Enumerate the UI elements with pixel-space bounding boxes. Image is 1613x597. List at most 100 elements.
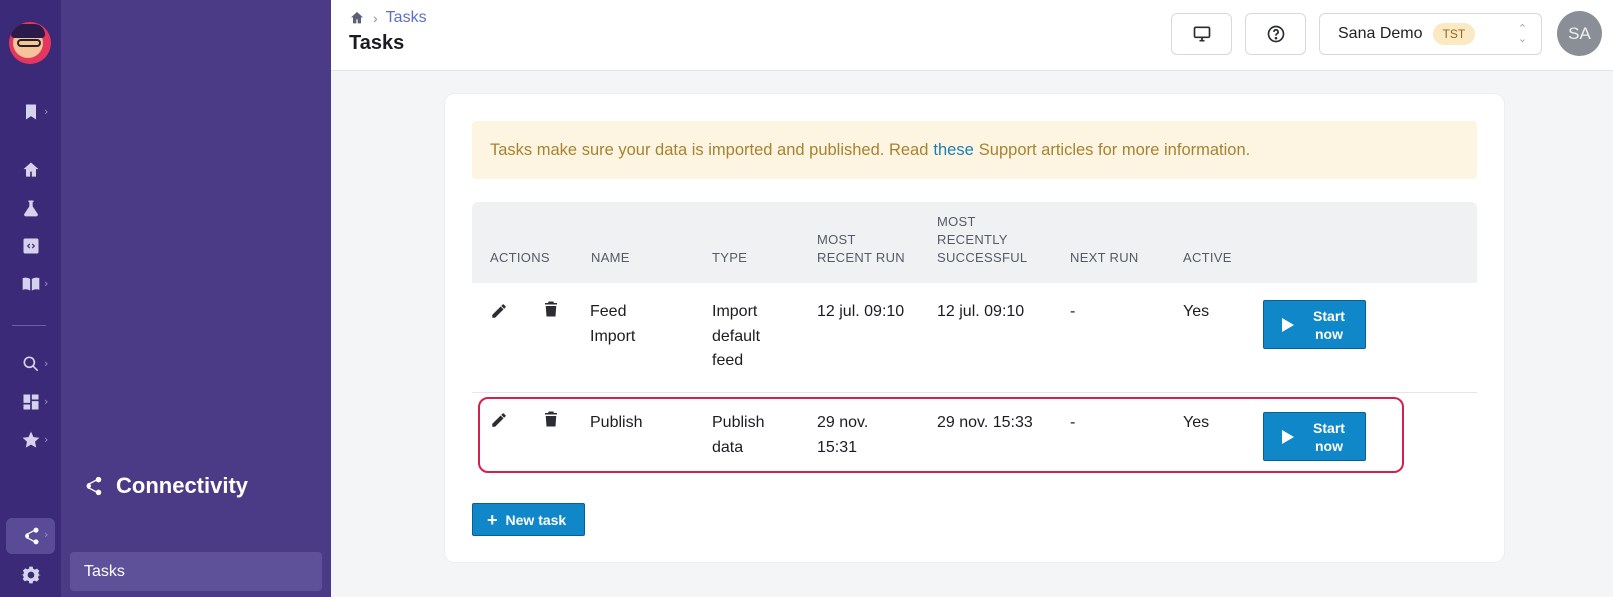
new-task-button[interactable]: + New task [472,503,585,536]
tasks-card: Tasks make sure your data is imported an… [445,94,1504,562]
top-header: › Tasks Tasks Sana Demo TST ⌃ ⌄ SA [331,0,1613,71]
label-line: now [1315,438,1343,454]
cell-line: default [712,327,761,345]
plus-icon: + [487,509,498,530]
row-divider [472,392,1477,393]
column-header-active: ACTIVE [1183,250,1232,265]
task-most-recent-success: 29 nov. 15:33 [937,414,1033,431]
breadcrumb-tasks[interactable]: Tasks [386,9,427,27]
task-active: Yes [1183,414,1210,431]
info-notice: Tasks make sure your data is imported an… [472,121,1477,179]
home-icon[interactable] [349,10,365,26]
edit-button[interactable] [490,411,508,429]
monitor-icon [1193,26,1210,42]
new-task-label: New task [505,511,567,528]
cell-line: Import [712,303,758,320]
rail-divider [12,325,46,326]
secondary-nav: Connectivity Tasks [61,0,331,597]
share-icon [24,527,38,545]
edit-button[interactable] [490,302,508,320]
task-type: Import default feed [712,300,760,374]
avatar[interactable]: SA [1557,11,1602,56]
account-name: Sana Demo [1338,25,1423,42]
connectivity-nav[interactable]: › [6,518,55,554]
sidebar-item-tasks[interactable]: Tasks [70,552,322,591]
cell-line: Publish [712,414,765,431]
cell-line: feed [712,352,744,369]
label-line: Start [1313,420,1345,436]
chevron-right-icon: › [44,357,49,370]
task-most-recent-run: 29 nov. 15:31 [817,411,868,460]
lab-nav[interactable] [0,191,61,225]
book-icon [22,277,39,291]
docs-nav[interactable]: › [0,267,61,301]
start-now-label: Start now [1298,419,1360,455]
chevron-right-icon: › [44,433,49,446]
delete-button[interactable] [542,300,560,318]
column-header-most-recently-successful: MOST RECENTLY SUCCESSFUL [937,213,1027,267]
help-button[interactable] [1245,13,1306,55]
header-line: MOST [937,214,976,229]
breadcrumb: › Tasks [349,9,427,27]
task-name: Publish [590,414,643,431]
column-header-next-run: NEXT RUN [1070,250,1139,265]
page-title: Tasks [349,32,405,54]
pencil-icon [492,413,506,427]
search-nav[interactable]: › [0,347,61,381]
app-logo[interactable] [9,22,51,64]
header-line: SUCCESSFUL [937,250,1028,265]
notice-text-after: Support articles for more information. [978,140,1251,159]
favorites-nav[interactable]: › [0,423,61,457]
chevron-updown-icon: ⌃ ⌄ [1517,23,1527,45]
column-header-type: TYPE [712,250,748,265]
task-next-run: - [1070,414,1076,431]
home-nav[interactable] [0,153,61,187]
task-active: Yes [1183,303,1210,320]
task-next-run: - [1070,303,1076,320]
start-now-label: Start now [1298,307,1360,343]
chevron-right-icon: › [44,395,49,408]
trash-icon [545,301,557,317]
code-nav[interactable] [0,229,61,263]
dashboard-nav[interactable]: › [0,385,61,419]
cell-line: data [712,438,744,456]
home-icon [23,162,38,177]
cell-line: 29 nov. [817,414,869,431]
pencil-icon [492,304,506,318]
chevron-right-icon: › [373,10,378,26]
notice-text-before: Tasks make sure your data is imported an… [490,140,929,159]
start-now-button[interactable]: Start now [1263,412,1366,461]
star-icon [22,431,39,448]
support-articles-link[interactable]: these [933,141,973,160]
play-icon [1282,318,1294,332]
chevron-right-icon: › [44,528,49,541]
chevron-right-icon: › [44,105,49,118]
question-icon [1267,25,1284,43]
share-icon [86,476,102,496]
cell-line: Import [590,327,636,345]
settings-nav[interactable] [0,558,61,592]
trash-icon [545,411,557,427]
column-header-most-recent-run: MOST RECENT RUN [817,231,905,267]
start-now-button[interactable]: Start now [1263,300,1366,349]
bookmark-icon [25,104,36,120]
flask-icon [23,200,38,217]
header-line: RECENT RUN [817,250,905,265]
task-name: Feed Import [590,300,635,349]
cell-line: Feed [590,303,627,320]
table-header: ACTIONS NAME TYPE MOST RECENT RUN MOST R… [472,202,1477,283]
column-header-actions: ACTIONS [490,250,550,265]
preview-button[interactable] [1171,13,1232,55]
label-line: now [1315,326,1343,342]
account-switcher[interactable]: Sana Demo TST ⌃ ⌄ [1319,13,1542,55]
gear-icon [20,566,41,584]
bookmarks-nav[interactable]: › [0,95,61,129]
code-icon [23,238,38,254]
task-type: Publish data [712,411,764,460]
task-most-recent-run: 12 jul. 09:10 [817,303,905,320]
delete-button[interactable] [542,410,560,428]
icon-rail: › › › › › › [0,0,61,597]
cell-line: 15:31 [817,438,858,456]
environment-badge: TST [1432,23,1476,45]
nav-section-label: Connectivity [116,473,249,498]
